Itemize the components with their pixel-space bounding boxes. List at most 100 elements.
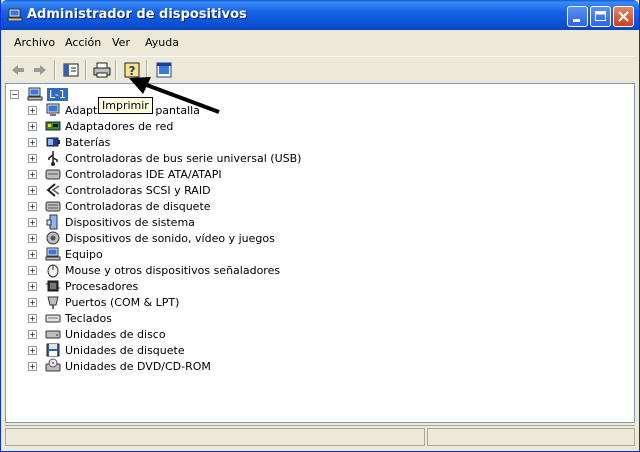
floppy-drive-icon — [46, 343, 60, 357]
minimize-button[interactable] — [567, 6, 588, 27]
expand-icon[interactable]: + — [28, 281, 37, 291]
toolbar: ? — [5, 56, 635, 84]
tree-item-label[interactable]: Unidades de disquete — [65, 344, 185, 357]
tree-item-label[interactable]: Equipo — [65, 248, 103, 261]
status-pane — [5, 428, 425, 446]
status-bar — [5, 425, 635, 448]
expand-icon[interactable]: + — [28, 169, 37, 179]
tree-item-label[interactable]: Controladoras IDE ATA/ATAPI — [65, 168, 222, 181]
expand-icon[interactable]: + — [28, 265, 37, 275]
tree-item[interactable]: + Controladoras SCSI y RAID — [28, 182, 211, 198]
toolbar-separator — [54, 60, 56, 80]
expand-icon[interactable]: + — [28, 105, 37, 115]
tree-item-label[interactable]: Teclados — [65, 312, 112, 325]
tree-item[interactable]: + Baterías — [28, 134, 110, 150]
tree-root[interactable]: − L-1 — [10, 86, 68, 102]
processor-icon — [46, 280, 60, 292]
expand-icon[interactable]: + — [28, 121, 37, 131]
system-device-icon — [46, 214, 58, 230]
expand-icon[interactable]: + — [28, 361, 37, 371]
tree-item-label[interactable]: Baterías — [65, 136, 110, 149]
title-bar[interactable]: Administrador de dispositivos — [1, 0, 639, 30]
toolbar-separator — [115, 60, 117, 80]
port-icon — [47, 296, 59, 309]
device-manager-window: Administrador de dispositivos Archivo Ac… — [0, 0, 640, 452]
expand-icon[interactable]: + — [28, 201, 37, 211]
tree-item[interactable]: + Puertos (COM & LPT) — [28, 294, 179, 310]
disk-drive-icon — [45, 330, 61, 339]
close-button[interactable] — [613, 6, 634, 27]
expand-icon[interactable]: + — [28, 185, 37, 195]
floppy-controller-icon — [45, 201, 61, 212]
status-pane — [427, 428, 635, 446]
dvd-icon — [45, 358, 61, 372]
svg-text:?: ? — [129, 64, 136, 78]
tree-item[interactable]: + Procesadores — [28, 278, 138, 294]
menu-ver[interactable]: Ver — [112, 36, 130, 49]
show-hide-tree-icon[interactable] — [61, 60, 81, 80]
expand-icon[interactable]: + — [28, 153, 37, 163]
tree-item-label[interactable]: Puertos (COM & LPT) — [65, 296, 179, 309]
tree-item-label[interactable]: Dispositivos de sistema — [65, 216, 195, 229]
tree-item[interactable]: + Teclados — [28, 310, 112, 326]
tree-item-label[interactable]: Procesadores — [65, 280, 138, 293]
close-icon — [618, 11, 629, 22]
expand-icon[interactable]: + — [28, 217, 37, 227]
toolbar-separator — [85, 60, 87, 80]
expand-icon[interactable]: + — [28, 249, 37, 259]
expand-icon[interactable]: + — [28, 297, 37, 307]
network-adapter-icon — [45, 121, 61, 131]
maximize-button[interactable] — [590, 6, 611, 27]
keyboard-icon — [45, 314, 61, 323]
back-icon[interactable] — [8, 60, 28, 80]
menu-accion[interactable]: Acción — [65, 36, 101, 49]
tree-item[interactable]: + Dispositivos de sistema — [28, 214, 195, 230]
tree-item[interactable]: + Mouse y otros dispositivos señaladores — [28, 262, 280, 278]
menu-ayuda[interactable]: Ayuda — [145, 36, 179, 49]
tree-item[interactable]: + Controladoras IDE ATA/ATAPI — [28, 166, 222, 182]
computer-icon — [27, 87, 43, 101]
tree-item[interactable]: + Unidades de disquete — [28, 342, 185, 358]
tree-item[interactable]: + Controladoras de disquete — [28, 198, 211, 214]
window-title: Administrador de dispositivos — [27, 7, 247, 22]
tree-item-label[interactable]: Unidades de DVD/CD-ROM — [65, 360, 211, 373]
toolbar-separator — [146, 60, 148, 80]
collapse-icon[interactable]: − — [10, 89, 19, 99]
expand-icon[interactable]: + — [28, 313, 37, 323]
sound-icon — [46, 231, 60, 245]
help-icon[interactable]: ? — [122, 60, 142, 80]
device-tree[interactable]: − L-1 +Adaptadores de pantalla+Adaptador… — [5, 83, 635, 423]
tree-item[interactable]: + Controladoras de bus serie universal (U… — [28, 150, 301, 166]
tree-item-label[interactable]: Controladoras de bus serie universal (US… — [65, 152, 301, 165]
print-icon[interactable] — [92, 60, 112, 80]
tree-item-label[interactable]: Controladoras SCSI y RAID — [65, 184, 211, 197]
tree-item-label[interactable]: Controladoras de disquete — [65, 200, 211, 213]
mouse-icon — [47, 264, 59, 278]
forward-icon[interactable] — [30, 60, 50, 80]
tree-item[interactable]: + Dispositivos de sonido, vídeo y juegos — [28, 230, 275, 246]
minimize-icon — [573, 19, 580, 22]
tree-item-label[interactable]: Mouse y otros dispositivos señaladores — [65, 264, 280, 277]
tree-item-label[interactable]: Unidades de disco — [65, 328, 166, 341]
battery-icon — [46, 137, 60, 147]
tree-item-label[interactable]: Dispositivos de sonido, vídeo y juegos — [65, 232, 275, 245]
expand-icon[interactable]: + — [28, 329, 37, 339]
tree-item[interactable]: + Adaptadores de red — [28, 118, 173, 134]
computer-icon — [45, 247, 61, 261]
usb-icon — [48, 151, 58, 166]
tree-item[interactable]: + Equipo — [28, 246, 103, 262]
expand-icon[interactable]: + — [28, 345, 37, 355]
expand-icon[interactable]: + — [28, 233, 37, 243]
tree-item[interactable]: + Unidades de disco — [28, 326, 166, 342]
menu-archivo[interactable]: Archivo — [14, 36, 55, 49]
tree-root-label[interactable]: L-1 — [47, 87, 68, 101]
computer-icon — [7, 8, 23, 22]
tree-item-label[interactable]: Adaptadores de red — [65, 120, 173, 133]
tree-item[interactable]: + Unidades de DVD/CD-ROM — [28, 358, 211, 374]
menu-bar: Archivo Acción Ver Ayuda — [5, 34, 635, 54]
display-adapter-icon — [46, 103, 60, 116]
properties-icon[interactable] — [154, 60, 174, 80]
ide-icon — [45, 169, 61, 180]
expand-icon[interactable]: + — [28, 137, 37, 147]
scsi-icon — [46, 183, 60, 197]
